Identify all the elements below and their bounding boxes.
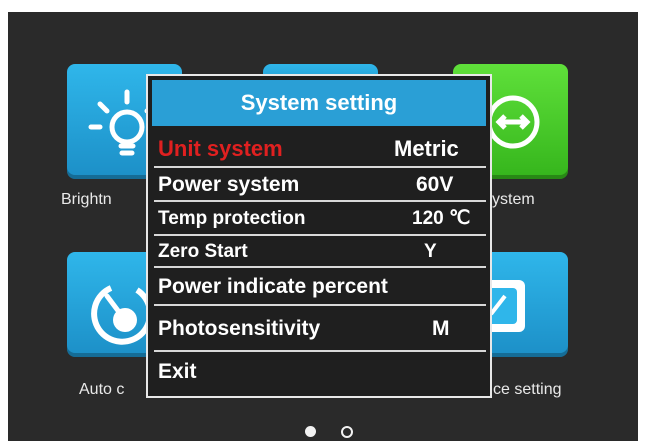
row-power-system[interactable]: Power system 60V <box>154 168 486 202</box>
system-label: ystem <box>492 191 535 208</box>
row-label: Temp protection <box>158 208 306 229</box>
row-value: 60V <box>416 173 454 196</box>
row-zero-start[interactable]: Zero Start Y <box>154 236 486 268</box>
row-label: Power system <box>158 173 300 196</box>
row-unit-system[interactable]: Unit system Metric <box>154 130 486 168</box>
row-value: Metric <box>394 136 459 161</box>
row-label: Unit system <box>158 136 283 161</box>
row-value: 120 ℃ <box>412 208 471 229</box>
row-power-indicate-percent[interactable]: Power indicate percent <box>154 268 486 306</box>
auto-label: Auto c <box>79 381 125 398</box>
row-label: Zero Start <box>158 241 248 262</box>
row-label: Exit <box>158 360 197 383</box>
brightness-label: Brightn <box>61 191 112 208</box>
row-temp-protection[interactable]: Temp protection 120 ℃ <box>154 202 486 236</box>
row-value: M <box>432 317 450 340</box>
row-value: Y <box>424 241 437 262</box>
row-exit[interactable]: Exit <box>154 352 486 392</box>
row-photosensitivity[interactable]: Photosensitivity M <box>154 306 486 352</box>
page-dot-inactive[interactable] <box>341 426 353 438</box>
dialog-title: System setting <box>152 80 486 126</box>
row-label: Power indicate percent <box>158 275 388 298</box>
row-label: Photosensitivity <box>158 317 321 340</box>
system-setting-dialog: System setting Unit system Metric Power … <box>146 74 492 398</box>
page-dot-active[interactable] <box>305 426 316 437</box>
device-setting-label: ce setting <box>493 381 562 398</box>
